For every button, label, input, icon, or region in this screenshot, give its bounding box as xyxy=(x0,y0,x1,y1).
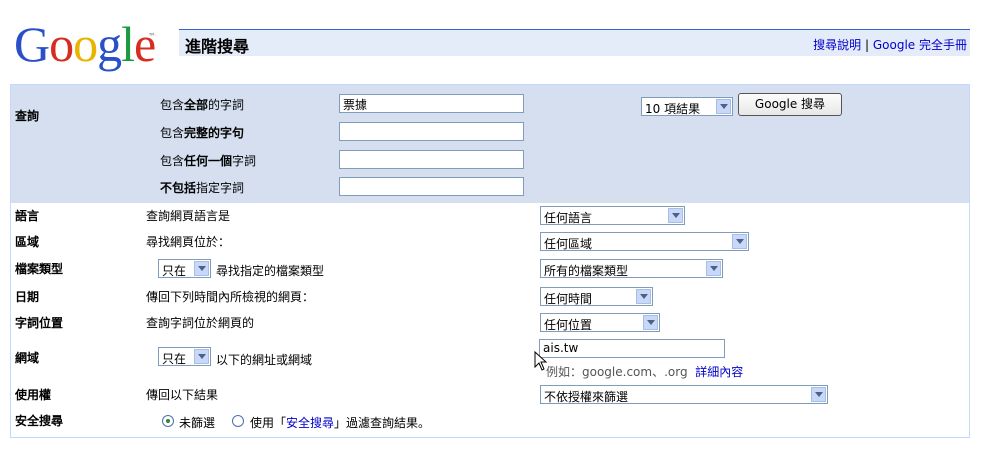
advanced-search-panel: 查詢 包含全部的字詞 票據 包含完整的字句 包含任何一個字詞 不包括指定字詞 1… xyxy=(10,84,970,438)
exact-phrase-input[interactable] xyxy=(339,122,524,141)
usage-desc: 傳回以下結果 xyxy=(146,388,219,402)
safesearch-label: 安全搜尋 xyxy=(15,414,64,428)
chevron-down-icon[interactable] xyxy=(643,315,658,330)
guide-link[interactable]: Google 完全手冊 xyxy=(873,38,967,52)
logo-letter: o xyxy=(49,16,74,72)
logo-letter: o xyxy=(73,16,98,72)
top-links: 搜尋說明 | Google 完全手冊 xyxy=(813,36,967,53)
language-value: 任何語言 xyxy=(544,211,593,225)
logo-letter: e xyxy=(134,16,156,72)
chevron-down-icon[interactable] xyxy=(811,387,826,402)
language-select[interactable]: 任何語言 xyxy=(540,206,685,225)
filetype-label: 檔案類型 xyxy=(15,262,64,276)
language-desc: 查詢網頁語言是 xyxy=(146,209,231,223)
safesearch-on-radio[interactable] xyxy=(232,415,244,427)
safesearch-link[interactable]: 安全搜尋 xyxy=(286,416,334,430)
logo-letter: G xyxy=(14,16,50,72)
safesearch-off-radio[interactable] xyxy=(162,415,174,427)
safesearch-off-label: 未篩選 xyxy=(179,416,216,430)
google-search-button[interactable]: Google 搜尋 xyxy=(738,93,842,116)
filetype-mode-select[interactable]: 只在 xyxy=(158,259,211,278)
query-section: 查詢 包含全部的字詞 票據 包含完整的字句 包含任何一個字詞 不包括指定字詞 1… xyxy=(11,85,969,203)
domain-hint: 例如：google.com、.org 詳細內容 xyxy=(546,365,744,379)
domain-mode-value: 只在 xyxy=(162,352,187,366)
exact-phrase-label: 包含完整的字句 xyxy=(160,126,245,140)
occurrences-value: 任何位置 xyxy=(544,318,593,332)
occurrences-select[interactable]: 任何位置 xyxy=(540,313,660,332)
chevron-down-icon[interactable] xyxy=(668,208,683,223)
results-count-select[interactable]: 10 項結果 xyxy=(641,97,733,116)
help-link[interactable]: 搜尋說明 xyxy=(813,38,861,52)
title-bar: 進階搜尋 搜尋說明 | Google 完全手冊 xyxy=(179,29,970,56)
date-select[interactable]: 任何時間 xyxy=(540,287,653,306)
query-section-label: 查詢 xyxy=(15,109,40,123)
domain-desc: 以下的網址或網域 xyxy=(216,353,313,367)
usage-label: 使用權 xyxy=(15,388,52,402)
region-label: 區域 xyxy=(15,235,40,249)
filetype-desc: 尋找指定的檔案類型 xyxy=(216,264,325,278)
mouse-cursor-icon xyxy=(534,351,548,371)
all-words-label: 包含全部的字詞 xyxy=(160,98,245,112)
logo-letter: l xyxy=(121,16,135,72)
usage-value: 不依授權來篩選 xyxy=(544,390,629,404)
page-title: 進階搜尋 xyxy=(185,37,250,56)
occurrences-desc: 查詢字詞位於網頁的 xyxy=(146,316,255,330)
date-value: 任何時間 xyxy=(544,292,593,306)
chevron-down-icon[interactable] xyxy=(194,261,209,276)
all-words-input[interactable]: 票據 xyxy=(339,94,524,113)
chevron-down-icon[interactable] xyxy=(716,99,731,114)
domain-details-link[interactable]: 詳細內容 xyxy=(695,365,743,379)
usage-select[interactable]: 不依授權來篩選 xyxy=(540,385,828,404)
exclude-words-label: 不包括指定字詞 xyxy=(160,181,245,195)
any-words-input[interactable] xyxy=(339,150,524,169)
results-count-value: 10 項結果 xyxy=(645,102,701,116)
date-label: 日期 xyxy=(15,290,40,304)
any-words-label: 包含任何一個字詞 xyxy=(160,154,257,168)
domain-mode-select[interactable]: 只在 xyxy=(158,347,211,366)
region-select[interactable]: 任何區域 xyxy=(540,232,749,251)
trademark-mark: ™ xyxy=(148,32,156,41)
filetype-mode-value: 只在 xyxy=(162,264,187,278)
filetype-value: 所有的檔案類型 xyxy=(544,264,629,278)
region-desc: 尋找網頁位於： xyxy=(146,235,231,249)
exclude-words-input[interactable] xyxy=(339,177,524,196)
link-separator: | xyxy=(864,38,870,52)
safesearch-on-label: 使用「安全搜尋」過濾查詢結果。 xyxy=(250,416,431,430)
chevron-down-icon[interactable] xyxy=(194,349,209,364)
chevron-down-icon[interactable] xyxy=(636,289,651,304)
google-logo[interactable]: Google xyxy=(14,14,156,74)
domain-label: 網域 xyxy=(15,351,40,365)
date-desc: 傳回下列時間內所檢視的網頁： xyxy=(146,290,315,304)
domain-input[interactable]: ais.tw xyxy=(539,339,725,358)
chevron-down-icon[interactable] xyxy=(706,261,721,276)
chevron-down-icon[interactable] xyxy=(732,234,747,249)
logo-letter: g xyxy=(97,16,122,72)
region-value: 任何區域 xyxy=(544,237,593,251)
filetype-select[interactable]: 所有的檔案類型 xyxy=(540,259,723,278)
language-label: 語言 xyxy=(15,209,40,223)
occurrences-label: 字詞位置 xyxy=(15,316,64,330)
